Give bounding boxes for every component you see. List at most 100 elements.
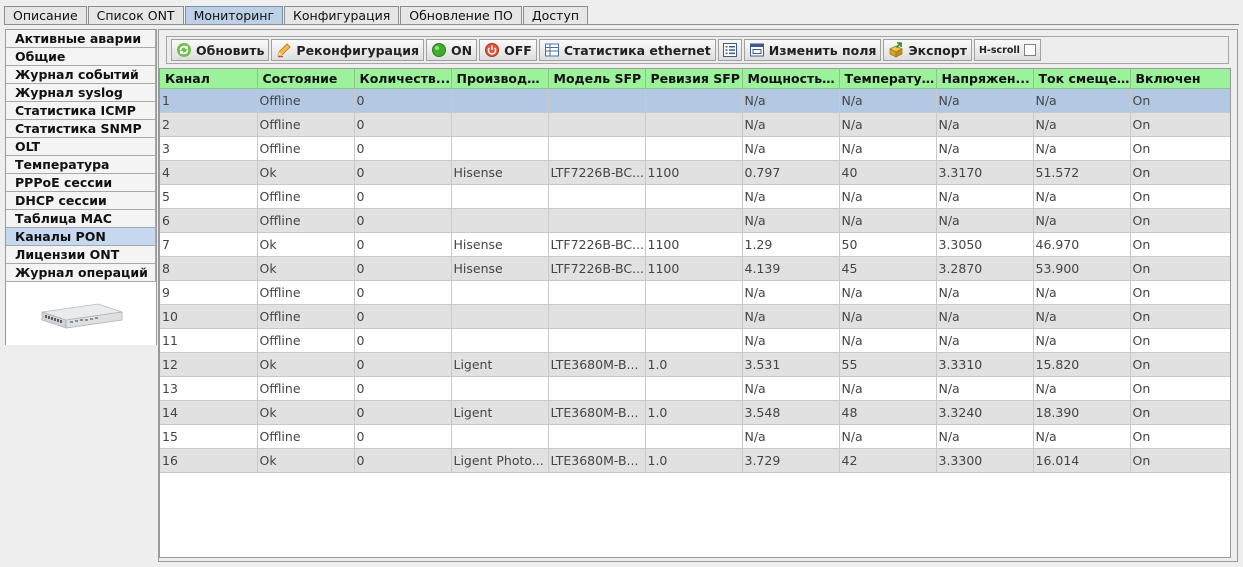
tab-description[interactable]: Описание <box>4 6 87 25</box>
table-cell: 3.2870 <box>936 256 1034 281</box>
table-cell: N/a <box>1033 208 1131 233</box>
table-cell: On <box>1130 352 1230 377</box>
column-header[interactable]: Количеств... <box>354 69 452 89</box>
ethernet-stats-button[interactable]: Статистика ethernet <box>538 39 716 61</box>
column-header[interactable]: Мощность ... <box>742 69 840 89</box>
column-header[interactable]: Напряжен... <box>936 69 1034 89</box>
table-cell: 3.548 <box>742 400 840 425</box>
table-cell <box>645 280 743 305</box>
table-cell: N/a <box>839 304 937 329</box>
column-header[interactable]: Ток смеще... <box>1033 69 1131 89</box>
sidebar-item-event-log[interactable]: Журнал событий <box>6 66 156 84</box>
table-cell <box>645 184 743 209</box>
sidebar-item-syslog[interactable]: Журнал syslog <box>6 84 156 102</box>
table-cell: On <box>1130 424 1230 449</box>
column-header[interactable]: Температу... <box>839 69 937 89</box>
sidebar-item-operations-log[interactable]: Журнал операций <box>6 264 156 282</box>
sidebar-item-mac-table[interactable]: Таблица MAC <box>6 210 156 228</box>
table-cell: 4.139 <box>742 256 840 281</box>
table-row[interactable]: 6 Offline 0 N/a N/a N/a N/a On <box>160 208 1230 233</box>
table-cell: Offline <box>257 280 355 305</box>
table-row[interactable]: 14 Ok 0 Ligent LTE3680M-B... 1.0 3.548 48 3.3240… <box>160 400 1230 425</box>
table-row[interactable]: 2 Offline 0 N/a N/a N/a N/a On <box>160 112 1230 137</box>
sidebar-item-pppoe-sessions[interactable]: PPPoE сессии <box>6 174 156 192</box>
table-cell: On <box>1130 304 1230 329</box>
sidebar-item-active-alarms[interactable]: Активные аварии <box>6 30 156 48</box>
table-cell <box>645 88 743 113</box>
hscroll-toggle[interactable]: H-scroll <box>973 39 1041 61</box>
table-row[interactable]: 3 Offline 0 N/a N/a N/a N/a On <box>160 136 1230 161</box>
table-cell: 0 <box>354 352 452 377</box>
table-cell: N/a <box>839 328 937 353</box>
on-label: ON <box>451 42 473 58</box>
list-button[interactable] <box>717 39 742 61</box>
table-cell: 45 <box>839 256 937 281</box>
table-row[interactable]: 16 Ok 0 Ligent Photo... LTE3680M-B... 1.0 3.72… <box>160 448 1230 473</box>
table-cell: 0 <box>354 400 452 425</box>
sidebar-item-temperature[interactable]: Температура <box>6 156 156 174</box>
tab-firmware-update[interactable]: Обновление ПО <box>400 6 522 25</box>
column-header[interactable]: Канал <box>160 69 258 89</box>
table-row[interactable]: 12 Ok 0 Ligent LTE3680M-B... 1.0 3.531 55 3.3310… <box>160 352 1230 377</box>
off-button[interactable]: OFF <box>479 39 537 61</box>
column-header[interactable]: Включен <box>1130 69 1230 89</box>
table-row[interactable]: 15 Offline 0 N/a N/a N/a N/a On <box>160 424 1230 449</box>
column-header[interactable]: Модель SFP <box>548 69 646 89</box>
edit-fields-button[interactable]: Изменить поля <box>743 39 882 61</box>
tab-ont-list[interactable]: Список ONT <box>87 6 184 25</box>
table-row[interactable]: 10 Offline 0 N/a N/a N/a N/a On <box>160 304 1230 329</box>
table-cell: N/a <box>742 328 840 353</box>
sidebar-item-olt[interactable]: OLT <box>6 138 156 156</box>
table-cell: 0 <box>354 256 452 281</box>
column-header[interactable]: Производи... <box>451 69 549 89</box>
sidebar-item-icmp-stats[interactable]: Статистика ICMP <box>6 102 156 120</box>
sidebar-item-general[interactable]: Общие <box>6 48 156 66</box>
table-cell: Offline <box>257 184 355 209</box>
table-row[interactable]: 13 Offline 0 N/a N/a N/a N/a On <box>160 376 1230 401</box>
table-cell: On <box>1130 184 1230 209</box>
table-cell: N/a <box>742 208 840 233</box>
column-header[interactable]: Ревизия SFP <box>645 69 743 89</box>
table-cell: LTF7226B-BC... <box>548 256 646 281</box>
table-row[interactable]: 5 Offline 0 N/a N/a N/a N/a On <box>160 184 1230 209</box>
table-cell: 5 <box>160 184 258 209</box>
table-cell <box>451 280 549 305</box>
table-cell: 3.3310 <box>936 352 1034 377</box>
table-row[interactable]: 1 Offline 0 N/a N/a N/a N/a On <box>160 88 1230 113</box>
tab-monitoring[interactable]: Мониторинг <box>184 6 284 25</box>
window-icon <box>749 43 764 57</box>
tab-access[interactable]: Доступ <box>522 6 589 25</box>
table-cell: LTE3680M-B... <box>548 400 646 425</box>
table-cell: On <box>1130 376 1230 401</box>
table-cell: Ok <box>257 256 355 281</box>
table-cell: 0 <box>354 304 452 329</box>
hscroll-label: H-scroll <box>978 44 1020 56</box>
table-cell: 40 <box>839 160 937 185</box>
on-button[interactable]: ON <box>426 39 478 61</box>
table-cell <box>645 112 743 137</box>
sidebar-item-pon-channels[interactable]: Каналы PON <box>6 228 156 246</box>
list-icon <box>722 43 737 57</box>
table-cell: 51.572 <box>1033 160 1131 185</box>
table-cell: Offline <box>257 208 355 233</box>
table-cell: 50 <box>839 232 937 257</box>
column-header[interactable]: Состояние <box>257 69 355 89</box>
table-cell: On <box>1130 256 1230 281</box>
table-cell: N/a <box>936 88 1034 113</box>
table-cell: On <box>1130 160 1230 185</box>
sidebar-item-snmp-stats[interactable]: Статистика SNMP <box>6 120 156 138</box>
refresh-button[interactable]: Обновить <box>171 39 270 61</box>
hscroll-checkbox[interactable] <box>1023 44 1036 56</box>
export-button[interactable]: Экспорт <box>883 39 972 61</box>
table-body: 1 Offline 0 N/a N/a N/a N/a On 2 Offline 0 N/a N/a N/… <box>160 88 1230 473</box>
table-row[interactable]: 9 Offline 0 N/a N/a N/a N/a On <box>160 280 1230 305</box>
table-cell: 13 <box>160 376 258 401</box>
table-row[interactable]: 4 Ok 0 Hisense LTF7226B-BC... 1100 0.797 40 3.31… <box>160 160 1230 185</box>
sidebar-item-ont-licenses[interactable]: Лицензии ONT <box>6 246 156 264</box>
tab-configuration[interactable]: Конфигурация <box>284 6 400 25</box>
sidebar-item-dhcp-sessions[interactable]: DHCP сессии <box>6 192 156 210</box>
table-row[interactable]: 7 Ok 0 Hisense LTF7226B-BC... 1100 1.29 50 3.305… <box>160 232 1230 257</box>
table-row[interactable]: 8 Ok 0 Hisense LTF7226B-BC... 1100 4.139 45 3.28… <box>160 256 1230 281</box>
table-row[interactable]: 11 Offline 0 N/a N/a N/a N/a On <box>160 328 1230 353</box>
reconfig-button[interactable]: Реконфигурация <box>271 39 425 61</box>
